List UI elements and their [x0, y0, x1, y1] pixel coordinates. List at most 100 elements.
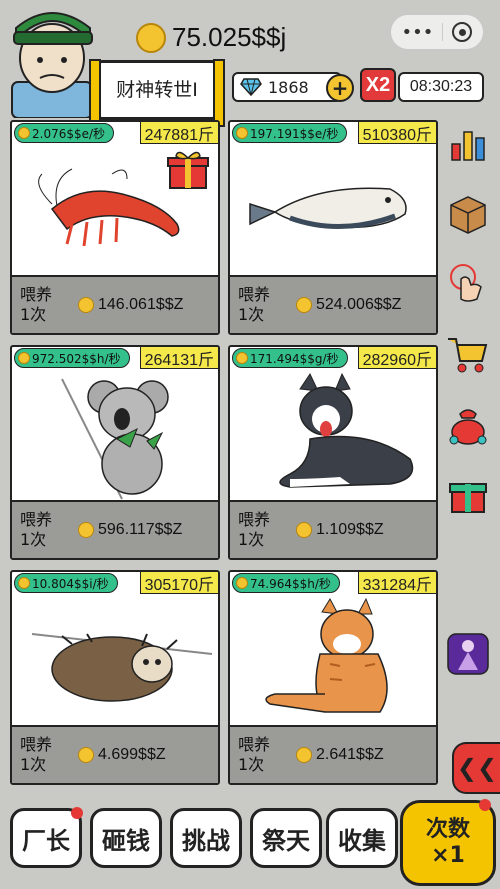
- coin-icon: [236, 352, 248, 364]
- card-header: 197.191$$e/秒 510380斤: [230, 122, 436, 144]
- rate-text: 197.191$$e/秒: [250, 126, 339, 141]
- shop-button[interactable]: [444, 330, 492, 378]
- more-icon[interactable]: •••: [402, 22, 434, 43]
- gem-counter: 1868 +: [232, 72, 354, 102]
- weight-badge: 305170斤: [139, 572, 218, 594]
- btn-label: 祭天: [262, 826, 310, 855]
- feed-label: 喂养 1次: [238, 510, 271, 549]
- animal-card-husky[interactable]: 171.494$$g/秒 282960斤 喂养 1次 1.109$$Z: [228, 345, 438, 560]
- feed-cost: 146.061$$Z: [78, 296, 183, 314]
- bag-button[interactable]: [444, 400, 492, 448]
- animal-card-koala[interactable]: 972.502$$h/秒 264131斤 喂养 1次 596.117$$Z: [10, 345, 220, 560]
- card-art: [230, 594, 436, 729]
- income-rate: 171.494$$g/秒: [232, 348, 348, 368]
- tap-button[interactable]: [444, 260, 492, 308]
- challenge-button[interactable]: 挑战: [170, 808, 242, 868]
- top-bar: 75.025$$j ••• 财神转世Ⅰ 1868 + X2 08:30:23: [0, 0, 500, 127]
- collapse-button[interactable]: ❮❮: [452, 742, 500, 794]
- spend-money-button[interactable]: 砸钱: [90, 808, 162, 868]
- card-art: [12, 369, 218, 504]
- coin-icon: [296, 297, 312, 313]
- capsule-divider: [442, 23, 444, 41]
- avatar-skin-button[interactable]: [444, 630, 492, 678]
- gift-box-icon: [449, 483, 487, 513]
- income-rate: 2.076$$e/秒: [14, 123, 115, 143]
- weight-badge: 282960斤: [357, 347, 436, 369]
- income-rate: 10.804$$i/秒: [14, 573, 118, 593]
- coin-icon: [18, 127, 30, 139]
- animal-card-fish[interactable]: 197.191$$e/秒 510380斤 喂养 1次 524.006$$Z: [228, 120, 438, 335]
- card-header: 74.964$$h/秒 331284斤: [230, 572, 436, 594]
- box-button[interactable]: [444, 190, 492, 238]
- gem-count: 1868: [268, 77, 309, 97]
- rate-text: 171.494$$g/秒: [250, 351, 339, 366]
- avatar[interactable]: [4, 2, 100, 118]
- count-label: 次数: [425, 817, 470, 842]
- immortal-icon: [447, 633, 489, 675]
- rate-text: 10.804$$i/秒: [32, 576, 109, 591]
- feed-label: 喂养 1次: [20, 735, 53, 774]
- title-text: 财神转世Ⅰ: [116, 79, 198, 101]
- bar-chart-icon: [451, 131, 485, 161]
- bottom-nav: 厂长 砸钱 挑战 祭天 收集 次数 ×1: [0, 799, 500, 889]
- card-footer: 喂养 1次 1.109$$Z: [230, 500, 436, 558]
- feed-label: 喂养 1次: [238, 285, 271, 324]
- gift-button[interactable]: [444, 470, 492, 518]
- add-gems-button[interactable]: +: [326, 74, 354, 102]
- weight-badge: 264131斤: [139, 347, 218, 369]
- close-icon[interactable]: [452, 22, 473, 42]
- feed-label: 喂养 1次: [238, 735, 271, 774]
- card-footer: 喂养 1次 2.641$$Z: [230, 725, 436, 783]
- cart-icon: [448, 338, 488, 373]
- card-art: [230, 144, 436, 279]
- koala-icon: [61, 378, 169, 500]
- rank-button[interactable]: [444, 120, 492, 168]
- money-text: 75.025$$j: [172, 22, 287, 52]
- gift-icon[interactable]: [166, 148, 210, 192]
- coin-icon: [18, 352, 30, 364]
- card-art: [12, 144, 218, 279]
- notification-dot: [71, 807, 83, 819]
- feed-cost: 2.641$$Z: [296, 746, 384, 764]
- card-footer: 喂养 1次 596.117$$Z: [12, 500, 218, 558]
- card-art: [230, 369, 436, 504]
- card-footer: 喂养 1次 524.006$$Z: [230, 275, 436, 333]
- animal-card-sloth[interactable]: 10.804$$i/秒 305170斤 喂养 1次 4.699$$Z: [10, 570, 220, 785]
- card-footer: 喂养 1次 146.061$$Z: [12, 275, 218, 333]
- coin-icon: [236, 577, 248, 589]
- card-header: 171.494$$g/秒 282960斤: [230, 347, 436, 369]
- card-header: 2.076$$e/秒 247881斤: [12, 122, 218, 144]
- title-badge[interactable]: 财神转世Ⅰ: [89, 59, 225, 127]
- card-art: [12, 594, 218, 729]
- husky-icon: [279, 372, 414, 488]
- money-display: 75.025$$j: [136, 22, 286, 53]
- multiplier-badge[interactable]: X2: [360, 68, 396, 102]
- animal-card-shrimp[interactable]: 2.076$$e/秒 247881斤 喂养 1次 146.061$$Z: [10, 120, 220, 335]
- card-header: 972.502$$h/秒 264131斤: [12, 347, 218, 369]
- income-rate: 197.191$$e/秒: [232, 123, 348, 143]
- btn-label: 收集: [338, 826, 386, 855]
- feed-cost: 4.699$$Z: [78, 746, 166, 764]
- timer-display: 08:30:23: [398, 72, 484, 102]
- rate-text: 972.502$$h/秒: [32, 351, 121, 366]
- cost-text: 4.699$$Z: [98, 746, 166, 763]
- money-bag-icon: [449, 409, 487, 445]
- offering-button[interactable]: 祭天: [250, 808, 322, 868]
- menu-capsule: •••: [390, 14, 484, 50]
- cost-text: 524.006$$Z: [316, 296, 402, 313]
- coin-icon: [78, 297, 94, 313]
- btn-label: 挑战: [182, 826, 230, 855]
- feed-label: 喂养 1次: [20, 285, 53, 324]
- notification-dot: [479, 799, 491, 811]
- collection-button[interactable]: 收集: [326, 808, 398, 868]
- cost-text: 2.641$$Z: [316, 746, 384, 763]
- card-header: 10.804$$i/秒 305170斤: [12, 572, 218, 594]
- animal-card-cat[interactable]: 74.964$$h/秒 331284斤 喂养 1次 2.641$$Z: [228, 570, 438, 785]
- rate-text: 74.964$$h/秒: [250, 576, 331, 591]
- income-rate: 972.502$$h/秒: [14, 348, 130, 368]
- feed-label: 喂养 1次: [20, 510, 53, 549]
- factory-manager-button[interactable]: 厂长: [10, 807, 83, 868]
- count-button[interactable]: 次数 ×1: [400, 799, 496, 886]
- coin-icon: [136, 22, 166, 53]
- feed-cost: 596.117$$Z: [78, 521, 182, 539]
